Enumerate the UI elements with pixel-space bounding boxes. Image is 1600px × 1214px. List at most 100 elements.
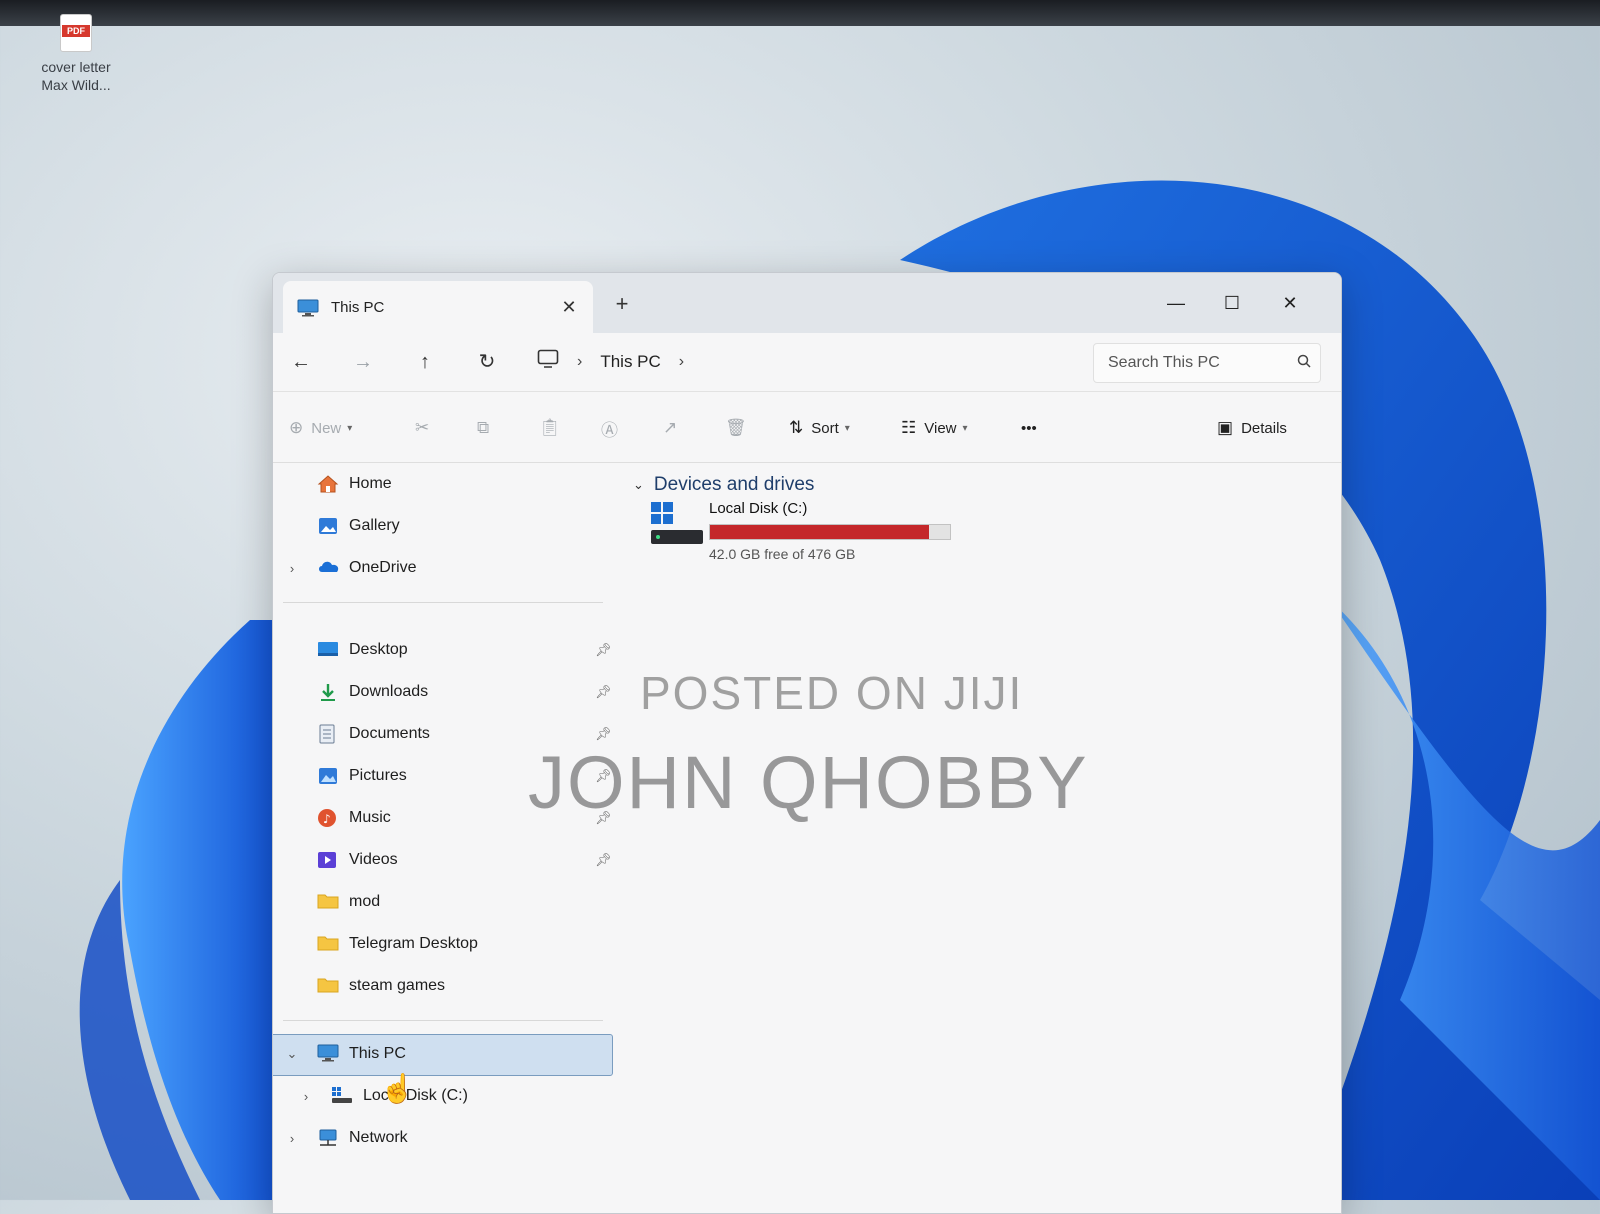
delete-button[interactable]: 🗑︎ (725, 414, 755, 442)
sidebar-item-home[interactable]: Home (281, 464, 392, 504)
monitor-icon (537, 349, 559, 374)
home-icon (317, 474, 341, 494)
close-button[interactable]: ✕ (1267, 287, 1313, 319)
sidebar-item-documents[interactable]: Documents (281, 714, 430, 754)
content-pane: ⌄ Devices and drives Local Disk (C:) 42.… (623, 462, 1341, 1213)
sidebar-divider (283, 602, 603, 603)
tab-label: This PC (331, 298, 385, 316)
refresh-button[interactable]: ↻ (471, 347, 503, 377)
new-label: New (311, 419, 342, 437)
sidebar-item-label: Documents (349, 725, 430, 742)
paste-icon: 📋︎ (539, 418, 561, 437)
sidebar-item-label: mod (349, 893, 381, 910)
pictures-icon (317, 766, 341, 786)
search-box[interactable]: Search This PC (1093, 343, 1321, 383)
sort-label: Sort (811, 419, 839, 437)
chevron-right-icon[interactable]: › (295, 1089, 317, 1104)
view-button[interactable]: ☷ View ▾ (901, 414, 968, 442)
downloads-icon (317, 682, 341, 702)
gallery-icon (317, 516, 341, 536)
drive-local-disk-c[interactable]: Local Disk (C:) 42.0 GB free of 476 GB (643, 500, 973, 570)
drive-icon (331, 1086, 355, 1106)
search-icon (1288, 354, 1320, 373)
sidebar-item-steam-games[interactable]: steam games (281, 966, 445, 1006)
scissors-icon: ✂ (415, 418, 430, 437)
chevron-down-icon: ⌄ (633, 477, 644, 492)
group-header-devices[interactable]: ⌄ Devices and drives (633, 474, 814, 496)
sidebar-item-gallery[interactable]: Gallery (281, 506, 400, 546)
details-button[interactable]: ▣ Details (1217, 414, 1287, 442)
rename-button[interactable]: Ⓐ (601, 414, 626, 442)
up-button[interactable]: ↑ (409, 347, 441, 377)
chevron-down-icon[interactable]: ⌄ (281, 1046, 303, 1062)
videos-icon (317, 850, 341, 870)
sidebar-item-music[interactable]: ♪ Music (281, 798, 391, 838)
sidebar-item-videos[interactable]: Videos (281, 840, 398, 880)
share-button[interactable]: ↗ (663, 414, 685, 442)
sidebar-item-onedrive[interactable]: › OneDrive (281, 548, 417, 588)
folder-icon (317, 976, 341, 996)
sidebar-item-telegram-desktop[interactable]: Telegram Desktop (281, 924, 478, 964)
drive-usage-fill (710, 525, 929, 539)
desktop-pdf-shortcut[interactable]: PDF cover letter Max Wild... (36, 14, 116, 94)
new-tab-button[interactable]: + (607, 289, 637, 319)
paste-button[interactable]: 📋︎ (539, 414, 569, 442)
windows-drive-icon (649, 500, 705, 553)
folder-icon (317, 892, 341, 912)
cut-button[interactable]: ✂ (415, 414, 437, 442)
pin-icon[interactable]: 📌︎ (595, 642, 612, 658)
sidebar-item-label: Music (349, 809, 391, 826)
sidebar-item-label: Pictures (349, 767, 407, 784)
breadcrumb[interactable]: › This PC › (537, 349, 702, 374)
sidebar-item-pictures[interactable]: Pictures (281, 756, 407, 796)
share-icon: ↗ (663, 418, 678, 437)
back-button[interactable]: ← (285, 347, 317, 377)
watermark-line-2: JOHN QHOBBY (528, 741, 1089, 824)
rename-icon: Ⓐ (601, 420, 618, 440)
folder-icon (317, 934, 341, 954)
breadcrumb-separator: › (678, 352, 685, 370)
view-label: View (924, 419, 957, 437)
chevron-right-icon[interactable]: › (281, 1131, 303, 1146)
forward-button[interactable]: → (347, 347, 379, 377)
sidebar-divider (283, 1020, 603, 1021)
sidebar-item-network[interactable]: › Network (281, 1118, 408, 1158)
pin-icon[interactable]: 📌︎ (595, 852, 612, 868)
network-icon (317, 1128, 341, 1148)
more-options-button[interactable]: ••• (1021, 414, 1037, 442)
drive-usage-bar (709, 524, 951, 540)
onedrive-icon (317, 558, 341, 578)
chevron-down-icon: ▾ (962, 422, 968, 434)
minimize-button[interactable]: — (1153, 287, 1199, 319)
plus-circle-icon: ⊕ (289, 418, 304, 437)
sidebar-item-mod[interactable]: mod (281, 882, 380, 922)
breadcrumb-this-pc[interactable]: This PC (600, 352, 660, 372)
desktop-icon-label-2: Max Wild... (41, 77, 111, 93)
tab-this-pc[interactable]: This PC ✕ (283, 281, 593, 333)
sort-button[interactable]: ⇅ Sort ▾ (789, 414, 850, 442)
view-list-icon: ☷ (901, 418, 917, 437)
sidebar-item-this-pc[interactable]: ⌄ This PC (281, 1034, 406, 1074)
explorer-body: Home Gallery › OneDrive Desktop 📌︎ Downl… (273, 462, 1341, 1213)
sidebar-item-downloads[interactable]: Downloads (281, 672, 428, 712)
pin-icon[interactable]: 📌︎ (595, 684, 612, 700)
command-bar: ⊕ New ▾ ✂ ⧉ 📋︎ Ⓐ ↗ 🗑︎ ⇅ Sort ▾ ☷ View ▾ … (273, 392, 1341, 463)
sort-icon: ⇅ (789, 418, 804, 437)
breadcrumb-separator: › (577, 352, 583, 370)
drive-name: Local Disk (C:) (709, 500, 808, 517)
sidebar-item-label: Telegram Desktop (349, 935, 478, 952)
tab-close-icon[interactable]: ✕ (555, 297, 583, 318)
sidebar-item-desktop[interactable]: Desktop (281, 630, 408, 670)
copy-button[interactable]: ⧉ (477, 414, 497, 442)
trash-icon: 🗑︎ (725, 418, 747, 437)
maximize-button[interactable]: ☐ (1209, 287, 1255, 319)
chevron-right-icon[interactable]: › (281, 561, 303, 576)
title-bar: This PC ✕ + — ☐ ✕ (273, 273, 1341, 333)
group-title: Devices and drives (653, 474, 815, 495)
search-input[interactable]: Search This PC (1094, 354, 1288, 372)
sidebar-item-label: Network (349, 1129, 408, 1146)
watermark-line-1: POSTED ON JIJI (640, 667, 1024, 719)
navigation-pane: Home Gallery › OneDrive Desktop 📌︎ Downl… (273, 462, 613, 1213)
pdf-icon: PDF (60, 14, 92, 52)
new-button[interactable]: ⊕ New ▾ (289, 414, 352, 442)
